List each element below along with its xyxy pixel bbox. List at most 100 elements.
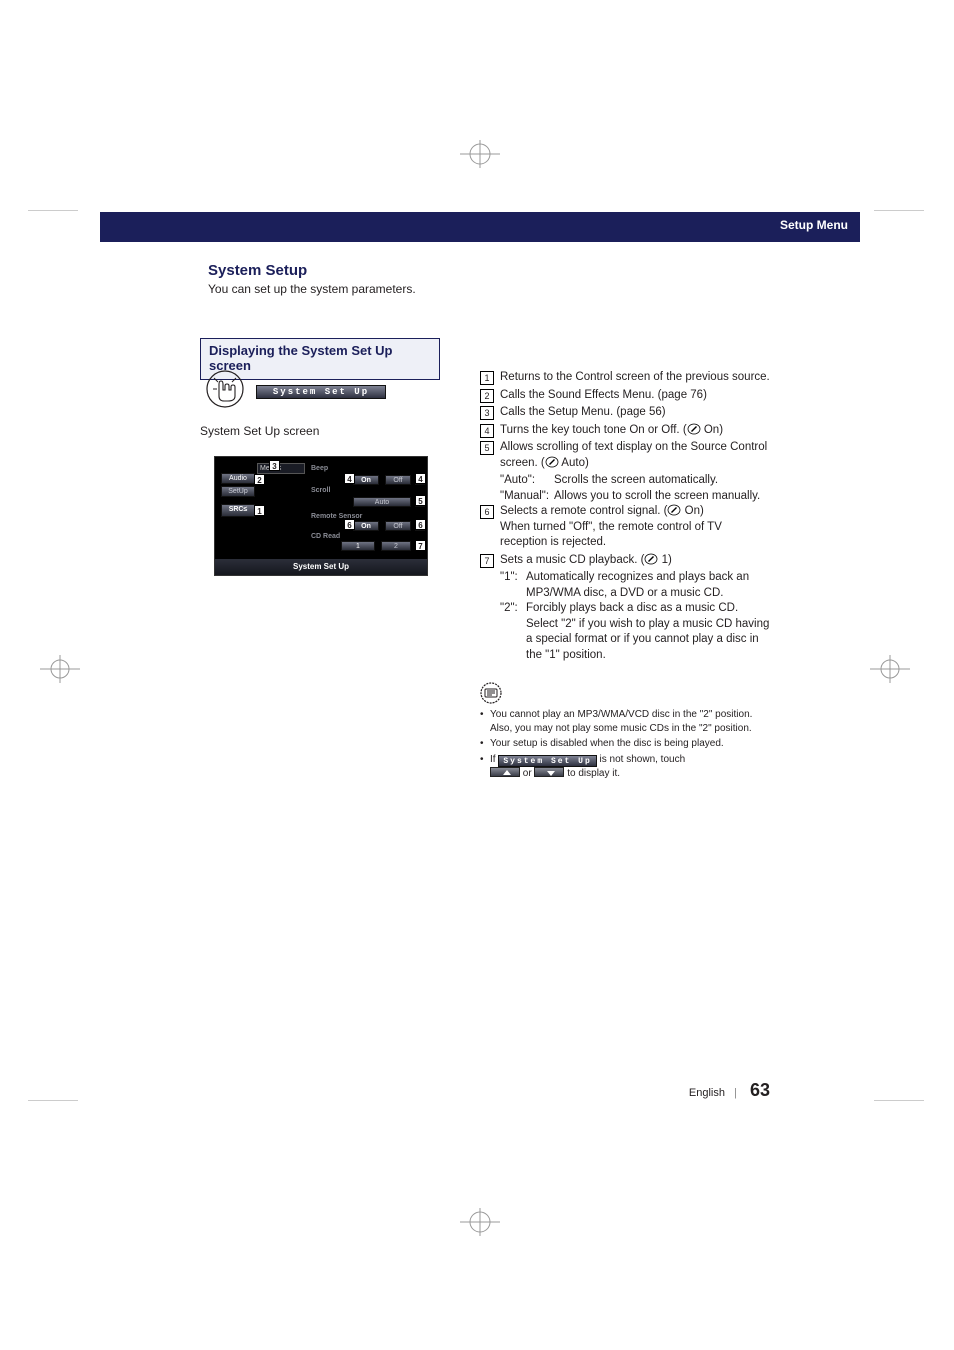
callout-3: 3 (269, 460, 280, 471)
footer-page-number: 63 (750, 1080, 770, 1100)
note-text-1: You cannot play an MP3/WMA/VCD disc in t… (490, 708, 770, 735)
screen-btn-beep-off[interactable]: Off (385, 475, 411, 485)
desc-4-post: ) (719, 424, 723, 436)
desc-item-1: 1 Returns to the Control screen of the p… (480, 370, 770, 386)
desc-item-2: 2 Calls the Sound Effects Menu. (page 76… (480, 388, 770, 404)
numbox-5: 5 (480, 441, 494, 455)
screen-btn-remote-off[interactable]: Off (385, 521, 411, 531)
guide-line (874, 210, 924, 211)
inline-down-arrow-button[interactable] (534, 767, 564, 777)
callout-4: 4 (415, 473, 426, 484)
screen-btn-beep-on[interactable]: On (353, 475, 379, 485)
desc-5-manual: "Manual": Allows you to scroll the scree… (480, 489, 770, 505)
note-text-2: Your setup is disabled when the disc is … (490, 737, 770, 751)
figure-caption: System Set Up screen (200, 424, 319, 438)
callout-5: 5 (415, 495, 426, 506)
desc-item-3: 3 Calls the Setup Menu. (page 56) (480, 405, 770, 421)
page-footer: English | 63 (480, 1080, 770, 1101)
callout-6: 6 (415, 519, 426, 530)
screen-menu-tab[interactable]: Menu≤ (257, 463, 305, 474)
bullet-icon: • (480, 708, 490, 735)
note-icon (480, 682, 502, 704)
pencil-icon (545, 456, 559, 468)
numbox-4: 4 (480, 424, 494, 438)
device-screenshot: Menu≤ Audio SetUp SRC≤ Beep On Off Scrol… (214, 456, 428, 576)
desc-7-opt2-val: Forcibly plays back a disc as a music CD… (526, 601, 770, 663)
numbox-2: 2 (480, 389, 494, 403)
numbox-6: 6 (480, 505, 494, 519)
pencil-icon (667, 504, 681, 516)
section-title: System Setup (208, 262, 307, 279)
note-3-pre: If (490, 754, 498, 765)
desc-5-auto: "Auto": Scrolls the screen automatically… (480, 473, 770, 489)
numbox-3: 3 (480, 406, 494, 420)
desc-7-line1-pre: Sets a music CD playback. ( (500, 554, 644, 566)
screen-btn-cdread-2[interactable]: 2 (381, 541, 411, 551)
desc-6-line1-post: ) (700, 505, 704, 517)
desc-6-line1-pre: Selects a remote control signal. ( (500, 505, 667, 517)
screen-tab-src[interactable]: SRC≤ (221, 504, 255, 517)
numbox-1: 1 (480, 371, 494, 385)
desc-5-manual-val: Allows you to scroll the screen manually… (554, 489, 770, 505)
desc-5-line1-pre: Allows scrolling of text display on the … (500, 441, 767, 469)
note-3-mid: is not shown, touch (597, 754, 685, 765)
desc-text-7: Sets a music CD playback. ( 1) (500, 553, 770, 569)
desc-5-auto-key: "Auto": (500, 473, 554, 489)
desc-7-opt2: "2": Forcibly plays back a disc as a mus… (480, 601, 770, 663)
desc-7-line1-post: ) (668, 554, 672, 566)
crop-mark-top (420, 140, 540, 168)
desc-text-3: Calls the Setup Menu. (page 56) (500, 405, 770, 421)
chapter-title: Setup Menu (780, 218, 848, 232)
desc-item-7: 7 Sets a music CD playback. ( 1) (480, 553, 770, 569)
desc-6-line2: When turned "Off", the remote control of… (500, 521, 722, 549)
desc-text-2: Calls the Sound Effects Menu. (page 76) (500, 388, 770, 404)
desc-4-pre: Turns the key touch tone On or Off. ( (500, 424, 687, 436)
desc-5-line1-def: Auto (559, 457, 585, 469)
crop-mark-right (860, 655, 920, 683)
notes-block: • You cannot play an MP3/WMA/VCD disc in… (480, 708, 770, 782)
pencil-icon (687, 423, 701, 435)
inline-up-arrow-button[interactable] (490, 767, 520, 777)
numbox-7: 7 (480, 554, 494, 568)
guide-line (28, 1100, 78, 1101)
chapter-header-band: Setup Menu (100, 212, 860, 242)
callout-1: 1 (254, 505, 265, 516)
footer-language: English (689, 1087, 725, 1099)
note-row-3: • If System Set Up is not shown, touch o… (480, 753, 770, 781)
pencil-icon (644, 553, 658, 565)
desc-item-4: 4 Turns the key touch tone On or Off. ( … (480, 423, 770, 439)
desc-5-line1-post: ) (585, 457, 589, 469)
note-row-1: • You cannot play an MP3/WMA/VCD disc in… (480, 708, 770, 735)
desc-text-6: Selects a remote control signal. ( On) W… (500, 504, 770, 551)
callout-description-list: 1 Returns to the Control screen of the p… (480, 370, 770, 663)
screen-tab-audio[interactable]: Audio (221, 473, 255, 484)
screen-btn-remote-on[interactable]: On (353, 521, 379, 531)
desc-7-opt1-key: "1": (500, 570, 526, 601)
callout-7: 7 (415, 540, 426, 551)
inline-button-system-setup[interactable]: System Set Up (498, 755, 596, 767)
desc-5-auto-val: Scrolls the screen automatically. (554, 473, 770, 489)
callout-4: 4 (344, 473, 355, 484)
note-row-2: • Your setup is disabled when the disc i… (480, 737, 770, 751)
touch-button-system-setup[interactable]: System Set Up (256, 385, 386, 399)
screen-title-strip: System Set Up (215, 559, 427, 575)
screen-label-cdread: CD Read (311, 533, 340, 540)
screen-label-beep: Beep (311, 465, 328, 472)
desc-text-1: Returns to the Control screen of the pre… (500, 370, 770, 386)
callout-2: 2 (254, 474, 265, 485)
desc-item-5: 5 Allows scrolling of text display on th… (480, 440, 770, 471)
desc-text-4: Turns the key touch tone On or Off. ( On… (500, 423, 770, 439)
desc-4-def: On (701, 424, 720, 436)
screen-btn-scroll-auto[interactable]: Auto (353, 497, 411, 507)
touch-figure: System Set Up (200, 368, 440, 420)
desc-7-line1-def: 1 (658, 554, 668, 566)
desc-7-opt2-key: "2": (500, 601, 526, 663)
screen-label-scroll: Scroll (311, 487, 330, 494)
screen-tab-setup[interactable]: SetUp (221, 486, 255, 497)
screen-btn-cdread-1[interactable]: 1 (341, 541, 375, 551)
guide-line (874, 1100, 924, 1101)
hand-icon (204, 368, 246, 410)
desc-7-opt1-val: Automatically recognizes and plays back … (526, 570, 770, 601)
desc-text-5: Allows scrolling of text display on the … (500, 440, 770, 471)
note-3-or: or (520, 768, 534, 779)
